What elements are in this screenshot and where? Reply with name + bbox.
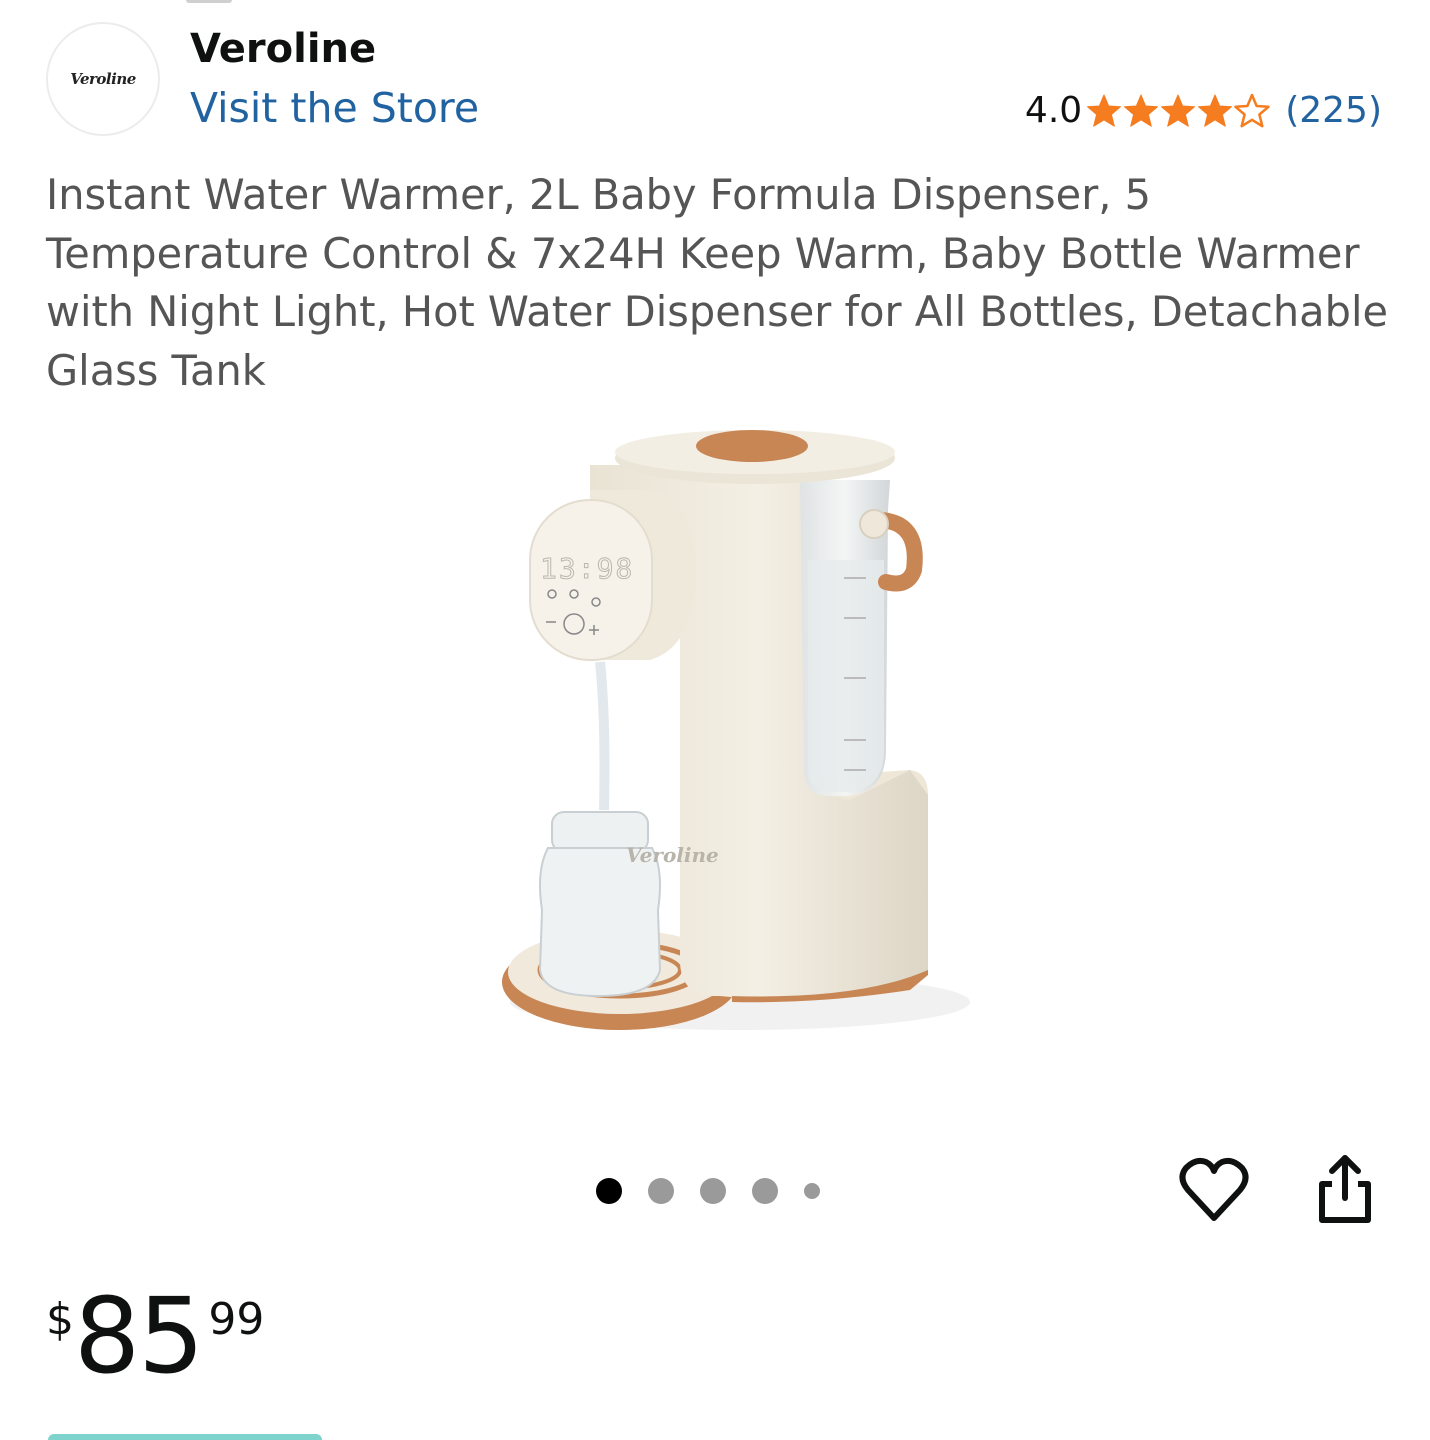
badge-strip — [48, 1434, 322, 1440]
carousel-dot[interactable] — [648, 1178, 674, 1204]
price-whole: 85 — [74, 1275, 204, 1397]
visit-store-link[interactable]: Visit the Store — [190, 84, 479, 132]
brand-name: Veroline — [190, 26, 377, 72]
rating-value: 4.0 — [1024, 90, 1083, 131]
rating-summary[interactable]: 4.0 (225) — [1025, 90, 1382, 131]
star-rating — [1086, 93, 1271, 129]
price-currency-symbol: $ — [46, 1294, 74, 1345]
review-count-link[interactable]: (225) — [1285, 90, 1382, 131]
store-logo-text: Veroline — [70, 70, 136, 88]
wishlist-button[interactable] — [1176, 1152, 1252, 1228]
price-fraction: 99 — [208, 1294, 265, 1345]
top-sliver — [186, 0, 232, 3]
carousel-dot[interactable] — [596, 1178, 622, 1204]
carousel-dot[interactable] — [752, 1178, 778, 1204]
star-filled-icon — [1087, 94, 1122, 127]
display-readout: 13:98 — [540, 552, 634, 585]
heart-icon — [1179, 1157, 1249, 1221]
price: $ 85 99 — [46, 1276, 264, 1396]
star-filled-icon — [1124, 94, 1159, 127]
image-carousel-indicator[interactable] — [596, 1178, 846, 1204]
product-image[interactable]: 13:98 Veroline — [440, 410, 1000, 1090]
share-icon — [1319, 1155, 1371, 1223]
carousel-dot[interactable] — [700, 1178, 726, 1204]
product-title: Instant Water Warmer, 2L Baby Formula Di… — [46, 170, 1389, 395]
star-filled-icon — [1161, 94, 1196, 127]
star-filled-icon — [1198, 94, 1233, 127]
carousel-dot[interactable] — [804, 1183, 820, 1199]
image-brand-mark: Veroline — [626, 843, 719, 867]
store-logo[interactable]: Veroline — [46, 22, 160, 136]
star-empty-icon — [1234, 93, 1270, 127]
share-button[interactable] — [1310, 1152, 1380, 1228]
